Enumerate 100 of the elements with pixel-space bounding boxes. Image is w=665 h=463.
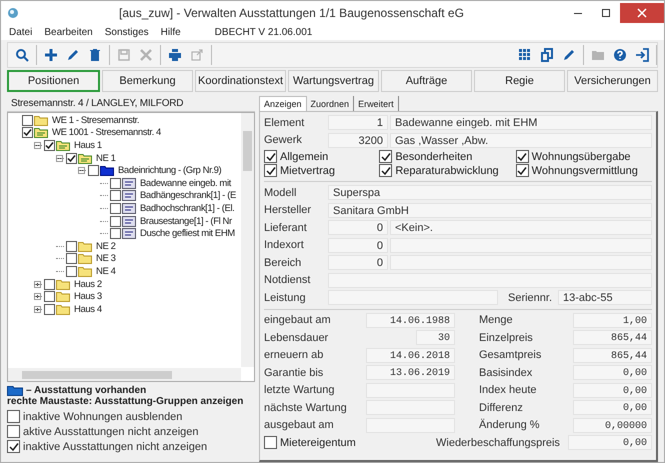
date-field[interactable]: 14.06.2018 xyxy=(366,348,455,363)
number-field[interactable]: 3200 xyxy=(328,132,388,148)
checkbox[interactable] xyxy=(264,436,277,450)
menu-item[interactable]: Datei xyxy=(9,27,32,38)
vertical-scrollbar[interactable] xyxy=(241,113,254,367)
exit-icon xyxy=(635,48,649,62)
text-field[interactable]: Badewanne eingeb. mit EHM xyxy=(390,115,652,130)
field-label: Index heute xyxy=(478,384,538,396)
checkbox-label: Mietvertrag xyxy=(280,164,336,176)
tree-item[interactable]: NE 4 xyxy=(96,266,116,277)
tab[interactable]: Aufträge xyxy=(381,70,472,92)
amount-field[interactable]: 0,00000 xyxy=(573,418,652,433)
tree-item[interactable]: Haus 1 xyxy=(74,140,102,151)
tree-item[interactable]: Badhochschrank[1] - (El. xyxy=(140,202,234,214)
menu-item[interactable]: Hilfe xyxy=(160,27,181,38)
tree-item[interactable]: Haus 4 xyxy=(74,304,102,315)
expander-icon[interactable] xyxy=(78,167,86,174)
close-button[interactable] xyxy=(620,3,664,23)
checkbox[interactable] xyxy=(110,178,121,189)
tab[interactable]: Positionen xyxy=(7,70,100,92)
expander-icon[interactable] xyxy=(34,142,42,149)
text-field[interactable]: Sanitara GmbH xyxy=(328,202,652,218)
expander-icon[interactable] xyxy=(56,154,64,162)
tree-item[interactable]: Haus 2 xyxy=(74,278,102,290)
amount-field[interactable]: 865,44 xyxy=(573,348,652,363)
folder-icon xyxy=(56,278,70,290)
checkbox[interactable] xyxy=(264,150,277,163)
date-field[interactable]: 30 xyxy=(416,330,455,346)
checkbox[interactable] xyxy=(44,291,55,302)
tree-item[interactable]: NE 3 xyxy=(96,253,116,264)
field-label: Änderung % xyxy=(478,419,541,432)
checkbox[interactable] xyxy=(7,425,20,438)
field-label: Element xyxy=(264,116,306,129)
expander-icon[interactable] xyxy=(34,280,42,288)
tab[interactable]: Wartungsvertrag xyxy=(288,70,379,92)
tab[interactable]: Koordinationstext xyxy=(195,70,286,92)
checkbox[interactable] xyxy=(22,127,33,138)
tree-item[interactable]: Badewanne eingeb. mit xyxy=(140,178,231,189)
tab[interactable]: Bemerkung xyxy=(102,70,193,92)
amount-field[interactable]: 0,00 xyxy=(573,400,652,416)
tab[interactable]: Regie xyxy=(474,70,565,92)
tree-item[interactable]: WE 1 - Stresemannstr. xyxy=(52,114,140,126)
amount-field[interactable]: 1,00 xyxy=(573,312,652,328)
version-label: DBECHT V 21.06.001 xyxy=(214,27,312,38)
checkbox[interactable] xyxy=(379,150,392,163)
checkbox[interactable] xyxy=(66,253,77,264)
tree-item[interactable]: Brausestange[1] - (Fl Nr xyxy=(140,216,232,227)
tree-item[interactable]: WE 1001 - Stresemannstr. 4 xyxy=(52,127,161,138)
date-field[interactable]: 14.06.1988 xyxy=(366,312,455,328)
checkbox[interactable] xyxy=(88,165,99,176)
tree-item[interactable]: NE 2 xyxy=(96,240,116,252)
maximize-icon xyxy=(601,8,611,18)
checkbox[interactable] xyxy=(7,440,20,453)
pencil-icon xyxy=(66,48,80,62)
tree-item[interactable]: Badhängeschrank[1] - (E xyxy=(140,190,236,202)
copy-icon xyxy=(540,48,554,62)
text-field[interactable]: Superspa xyxy=(328,185,652,200)
tab[interactable]: Versicherungen xyxy=(567,70,658,92)
tree-item[interactable]: Dusche gefliest mit EHM xyxy=(140,228,235,240)
checkbox[interactable] xyxy=(44,140,55,151)
text-field[interactable]: 13-abc-55 xyxy=(558,290,652,306)
hint-text: rechte Maustaste: Ausstattung-Gruppen anzeigen xyxy=(7,396,244,407)
checkbox[interactable] xyxy=(516,150,529,163)
checkbox[interactable] xyxy=(66,266,77,277)
checkbox[interactable] xyxy=(44,304,55,315)
number-field[interactable]: 0 xyxy=(328,220,388,236)
amount-field[interactable]: 0,00 xyxy=(568,435,652,450)
field-label: Lebensdauer xyxy=(264,332,330,344)
tab[interactable]: Anzeigen xyxy=(259,96,307,111)
amount-field[interactable]: 0,00 xyxy=(573,365,652,380)
amount-field[interactable]: 0,00 xyxy=(573,382,652,398)
number-field[interactable]: 0 xyxy=(328,255,388,270)
checkbox[interactable] xyxy=(66,152,77,164)
checkbox[interactable] xyxy=(44,278,55,290)
text-field[interactable]: <Kein>. xyxy=(390,220,652,236)
number-field[interactable]: 0 xyxy=(328,238,388,253)
date-field[interactable]: 13.06.2019 xyxy=(366,365,455,380)
tree-item[interactable]: Haus 3 xyxy=(74,291,102,302)
amount-field[interactable]: 865,44 xyxy=(573,330,652,346)
expander-icon[interactable] xyxy=(34,306,42,313)
horizontal-scrollbar[interactable] xyxy=(8,368,241,381)
checkbox[interactable] xyxy=(22,114,33,126)
checkbox[interactable] xyxy=(379,164,392,177)
tree-item[interactable]: Badeinrichtung - (Grp Nr.9) xyxy=(118,165,222,176)
menu-item[interactable]: Sonstiges xyxy=(104,27,149,38)
checkbox[interactable] xyxy=(264,164,277,177)
menu-item[interactable]: Bearbeiten xyxy=(44,27,93,38)
checkbox[interactable] xyxy=(66,240,77,252)
field-label: nächste Wartung xyxy=(264,402,348,414)
checkbox[interactable] xyxy=(7,410,20,423)
number-field[interactable]: 1 xyxy=(328,115,388,130)
checkbox[interactable] xyxy=(516,164,529,177)
tree-item[interactable]: NE 1 xyxy=(96,152,116,164)
folder-icon xyxy=(34,114,48,126)
expander-icon[interactable] xyxy=(34,293,42,300)
text-field[interactable]: Gas ,Wasser ,Abw. xyxy=(390,132,652,148)
checkbox[interactable] xyxy=(110,202,121,214)
checkbox[interactable] xyxy=(110,190,121,202)
checkbox[interactable] xyxy=(110,228,121,240)
checkbox[interactable] xyxy=(110,216,121,227)
